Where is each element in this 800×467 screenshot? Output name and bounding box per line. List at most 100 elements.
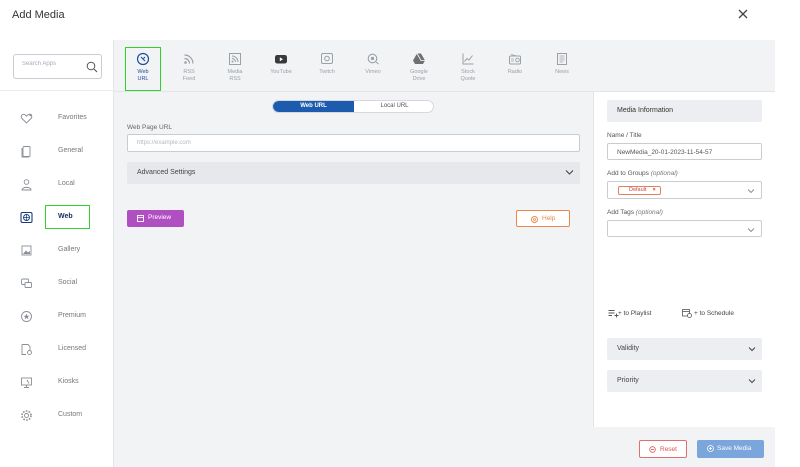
close-icon[interactable]: [736, 7, 750, 21]
sidebar-item-favorites[interactable]: Favorites: [0, 106, 114, 132]
source-label: Vimeo: [365, 69, 381, 75]
validity-label: Validity: [617, 345, 640, 352]
help-label: Help: [542, 215, 556, 222]
sidebar-item-social[interactable]: Social: [0, 271, 114, 297]
rss-icon: [184, 54, 194, 64]
media-rss-icon: [229, 53, 241, 65]
source-rss-feed[interactable]: RSS Feed: [171, 49, 207, 93]
remove-tag-icon[interactable]: ×: [652, 187, 655, 193]
tags-select[interactable]: [607, 220, 762, 237]
local-url-toggle[interactable]: Local URL: [354, 101, 433, 112]
sidebar-item-kiosks[interactable]: Kiosks: [0, 370, 114, 396]
chevron-down-icon[interactable]: [747, 227, 755, 233]
url-input[interactable]: [137, 140, 537, 146]
source-label: Radio: [507, 69, 523, 75]
source-label: URL: [137, 76, 149, 82]
preview-icon: [137, 215, 144, 222]
optional-hint: (optional): [635, 209, 663, 216]
divider: [0, 90, 114, 91]
sidebar-item-label: General: [58, 147, 83, 154]
source-label: Quote: [460, 76, 476, 82]
add-to-playlist-button[interactable]: + to Playlist: [608, 310, 651, 318]
sidebar-item-label: Kiosks: [58, 378, 79, 385]
media-info-title: Media Information: [617, 107, 674, 114]
url-field[interactable]: [127, 134, 580, 152]
main-panel: Web URL RSS Feed Media RSS YouTube Twitc…: [114, 40, 800, 467]
group-tag: Default ×: [618, 186, 661, 195]
help-button[interactable]: Help: [516, 210, 570, 227]
preview-label: Preview: [148, 214, 172, 221]
vimeo-icon: [367, 53, 379, 65]
source-news[interactable]: News: [544, 49, 580, 93]
reset-button[interactable]: Reset: [639, 440, 687, 458]
source-label: Stock: [461, 69, 475, 75]
calendar-icon: [682, 309, 692, 318]
advanced-settings-toggle[interactable]: Advanced Settings: [127, 162, 580, 184]
priority-accordion[interactable]: Priority: [607, 370, 762, 392]
media-info-panel: Media Information Name / Title NewMedia_…: [593, 92, 775, 467]
sidebar-item-premium[interactable]: Premium: [0, 304, 114, 330]
web-url-toggle[interactable]: Web URL: [273, 101, 354, 112]
source-label: RSS: [183, 69, 195, 75]
heart-icon: [20, 113, 33, 124]
search-input[interactable]: [22, 61, 80, 67]
name-value: NewMedia_20-01-2023-11-54-57: [617, 149, 713, 156]
name-field[interactable]: NewMedia_20-01-2023-11-54-57: [607, 143, 762, 160]
playlist-add-icon: [608, 310, 619, 318]
source-stock-quote[interactable]: Stock Quote: [450, 49, 486, 93]
sidebar-item-licensed[interactable]: Licensed: [0, 337, 114, 363]
source-label: YouTube: [270, 69, 292, 75]
chevron-down-icon: [748, 347, 756, 352]
source-twitch[interactable]: Twitch: [309, 49, 345, 93]
category-sidebar: Favorites General Local Web Gallery Soci…: [0, 40, 114, 467]
advanced-settings-label: Advanced Settings: [137, 169, 196, 176]
media-info-header: Media Information: [607, 100, 762, 122]
source-youtube[interactable]: YouTube: [263, 49, 299, 93]
search-icon[interactable]: [86, 61, 98, 73]
web-url-icon: [136, 52, 150, 66]
source-radio[interactable]: Radio: [497, 49, 533, 93]
tags-label-text: Add Tags: [607, 209, 634, 216]
sidebar-item-label: Favorites: [58, 114, 87, 121]
chevron-down-icon[interactable]: [747, 188, 755, 194]
reset-icon: [649, 446, 656, 453]
source-media-rss[interactable]: Media RSS: [217, 49, 253, 93]
sidebar-item-label: Social: [58, 279, 78, 286]
name-label: Name / Title: [607, 132, 642, 139]
twitch-icon: [321, 53, 333, 64]
add-to-schedule-button[interactable]: + to Schedule: [682, 309, 734, 318]
gallery-icon: [21, 245, 32, 256]
priority-label: Priority: [617, 377, 639, 384]
sidebar-item-gallery[interactable]: Gallery: [0, 238, 114, 264]
sidebar-item-local[interactable]: Local: [0, 172, 114, 198]
sidebar-item-label: Premium: [58, 312, 87, 319]
sidebar-item-web[interactable]: Web: [0, 205, 114, 231]
radio-icon: [509, 54, 521, 65]
save-media-button[interactable]: Save Media: [697, 440, 764, 458]
source-label: News: [555, 69, 569, 75]
source-web-url[interactable]: Web URL: [125, 49, 161, 93]
source-vimeo[interactable]: Vimeo: [355, 49, 391, 93]
modal-margin: [775, 40, 800, 467]
group-tag-label: Default: [629, 187, 647, 193]
google-drive-icon: [413, 53, 425, 64]
document-icon: [21, 146, 31, 158]
groups-select[interactable]: Default ×: [607, 181, 762, 199]
person-icon: [21, 179, 32, 191]
chevron-down-icon: [748, 379, 756, 384]
source-label: RSS: [229, 76, 241, 82]
source-label: Web: [137, 69, 149, 75]
groups-label-text: Add to Groups: [607, 170, 649, 177]
validity-accordion[interactable]: Validity: [607, 338, 762, 360]
sidebar-item-custom[interactable]: Custom: [0, 403, 114, 429]
source-label: Feed: [182, 76, 196, 82]
gear-icon: [21, 410, 32, 421]
source-google-drive[interactable]: Google Drive: [401, 49, 437, 93]
preview-button[interactable]: Preview: [127, 210, 184, 227]
search-box[interactable]: [13, 54, 102, 79]
stock-quote-icon: [462, 53, 474, 65]
tags-label: Add Tags (optional): [607, 209, 663, 216]
sidebar-item-general[interactable]: General: [0, 139, 114, 165]
source-label: Google: [410, 69, 428, 75]
sidebar-item-label: Gallery: [58, 246, 81, 253]
